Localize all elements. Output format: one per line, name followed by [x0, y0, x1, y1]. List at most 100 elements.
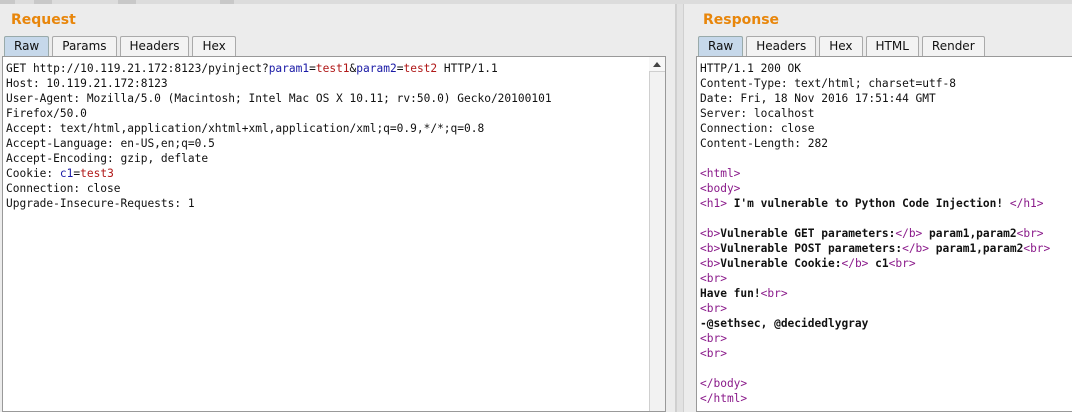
code-token: Content-Length: 282: [700, 137, 828, 150]
request-scrollbar[interactable]: [649, 57, 665, 411]
response-tab-hex[interactable]: Hex: [819, 36, 863, 56]
response-tab-html[interactable]: HTML: [865, 36, 919, 56]
request-line: Accept-Language: en-US,en;q=0.5: [6, 136, 552, 151]
code-token: </html>: [700, 392, 748, 405]
request-tab-hex[interactable]: Hex: [192, 36, 236, 56]
response-line: Content-Length: 282: [700, 136, 1050, 151]
code-token: I'm vulnerable to Python Code Injection!: [726, 197, 1010, 210]
response-line: -@sethsec, @decidedlygray: [700, 316, 1050, 331]
response-line: <b>Vulnerable Cookie:</b> c1<br>: [700, 256, 1050, 271]
code-token: Cookie:: [6, 167, 60, 180]
response-line: <br>: [700, 331, 1050, 346]
response-line: </html>: [700, 391, 1050, 406]
request-line: Firefox/50.0: [6, 106, 552, 121]
code-token: </h1>: [1009, 197, 1044, 210]
response-tabs: Raw Headers Hex HTML Render: [698, 36, 988, 56]
code-token: Content-Type: text/html; charset=utf-8: [700, 77, 956, 90]
code-token: HTTP/1.1 200 OK: [700, 62, 802, 75]
code-token: Connection: close: [700, 122, 815, 135]
request-pane: Request Raw Params Headers Hex GET http://1…: [0, 4, 676, 412]
code-token: Server: localhost: [700, 107, 815, 120]
code-token: param1: [268, 62, 310, 75]
request-tab-headers[interactable]: Headers: [119, 36, 190, 56]
code-token: <br>: [700, 332, 727, 345]
code-token: Upgrade-Insecure-Requests: 1: [6, 197, 195, 210]
code-token: </b>: [902, 242, 930, 255]
request-line: Upgrade-Insecure-Requests: 1: [6, 196, 552, 211]
code-token: test1: [315, 62, 350, 75]
response-line: HTTP/1.1 200 OK: [700, 61, 1050, 76]
code-token: GET http://10.119.21.172:8123/pyinject?: [6, 62, 269, 75]
request-tab-params[interactable]: Params: [52, 36, 117, 56]
pane-splitter[interactable]: [676, 4, 684, 412]
code-token: <h1>: [700, 197, 727, 210]
request-line: Accept-Encoding: gzip, deflate: [6, 151, 552, 166]
response-line: <br>: [700, 271, 1050, 286]
response-line: [700, 151, 1050, 166]
code-token: param2: [356, 62, 397, 75]
response-line: [700, 211, 1050, 226]
code-token: <br>: [700, 347, 727, 360]
request-line: Connection: close: [6, 181, 552, 196]
code-token: -@sethsec, @decidedlygray: [700, 317, 869, 330]
request-title: Request: [11, 12, 76, 28]
code-token: <body>: [700, 182, 741, 195]
code-token: <br>: [760, 287, 788, 300]
code-token: Vulnerable GET parameters:: [720, 227, 896, 240]
scroll-up-arrow-icon[interactable]: [649, 57, 665, 72]
code-token: =: [309, 62, 316, 75]
response-line: Connection: close: [700, 121, 1050, 136]
response-tab-headers[interactable]: Headers: [746, 36, 817, 56]
response-tab-render[interactable]: Render: [921, 36, 985, 56]
response-line: <b>Vulnerable GET parameters:</b> param1…: [700, 226, 1050, 241]
response-editor[interactable]: HTTP/1.1 200 OK Content-Type: text/html; …: [696, 56, 1072, 412]
response-line: <html>: [700, 166, 1050, 181]
code-token: <b>: [700, 257, 721, 270]
code-token: HTTP/1.1: [437, 62, 498, 75]
code-token: <br>: [1023, 242, 1051, 255]
response-line: <body>: [700, 181, 1050, 196]
request-tabs: Raw Params Headers Hex: [4, 36, 239, 56]
response-line: <br>: [700, 301, 1050, 316]
response-raw-text[interactable]: HTTP/1.1 200 OK Content-Type: text/html; …: [700, 61, 1050, 406]
code-token: Firefox/50.0: [6, 107, 87, 120]
code-token: <br>: [700, 302, 727, 315]
request-line: Accept: text/html,application/xhtml+xml,…: [6, 121, 552, 136]
code-token: Have fun!: [700, 287, 761, 300]
code-token: Accept-Language: en-US,en;q=0.5: [6, 137, 215, 150]
code-token: <b>: [700, 242, 721, 255]
response-line: [700, 361, 1050, 376]
code-token: </b>: [841, 257, 869, 270]
code-token: Vulnerable Cookie:: [720, 257, 842, 270]
response-line: Have fun!<br>: [700, 286, 1050, 301]
code-token: Host: 10.119.21.172:8123: [6, 77, 168, 90]
request-line: Cookie: c1=test3: [6, 166, 552, 181]
code-token: </b>: [895, 227, 923, 240]
code-token: param1,param2: [922, 227, 1017, 240]
code-token: <html>: [700, 167, 741, 180]
request-tab-raw[interactable]: Raw: [4, 36, 50, 56]
response-line: <h1> I'm vulnerable to Python Code Injec…: [700, 196, 1050, 211]
response-line: Server: localhost: [700, 106, 1050, 121]
request-line: User-Agent: Mozilla/5.0 (Macintosh; Inte…: [6, 91, 552, 106]
code-token: Connection: close: [6, 182, 121, 195]
code-token: User-Agent: Mozilla/5.0 (Macintosh; Inte…: [6, 92, 552, 105]
request-raw-text[interactable]: GET http://10.119.21.172:8123/pyinject?p…: [6, 61, 552, 211]
code-token: param1,param2: [929, 242, 1024, 255]
code-token: Accept: text/html,application/xhtml+xml,…: [6, 122, 485, 135]
response-tab-raw[interactable]: Raw: [698, 36, 744, 56]
code-token: <br>: [1016, 227, 1044, 240]
code-token: Accept-Encoding: gzip, deflate: [6, 152, 209, 165]
code-token: Date: Fri, 18 Nov 2016 17:51:44 GMT: [700, 92, 936, 105]
code-token: <b>: [700, 227, 721, 240]
request-line: Host: 10.119.21.172:8123: [6, 76, 552, 91]
response-line: Content-Type: text/html; charset=utf-8: [700, 76, 1050, 91]
code-token: </body>: [700, 377, 748, 390]
response-title: Response: [703, 12, 780, 28]
code-token: <br>: [700, 272, 727, 285]
code-token: test2: [403, 62, 438, 75]
request-editor[interactable]: GET http://10.119.21.172:8123/pyinject?p…: [2, 56, 666, 412]
code-token: c1: [59, 167, 74, 180]
response-line: <br>: [700, 346, 1050, 361]
request-line: GET http://10.119.21.172:8123/pyinject?p…: [6, 61, 552, 76]
